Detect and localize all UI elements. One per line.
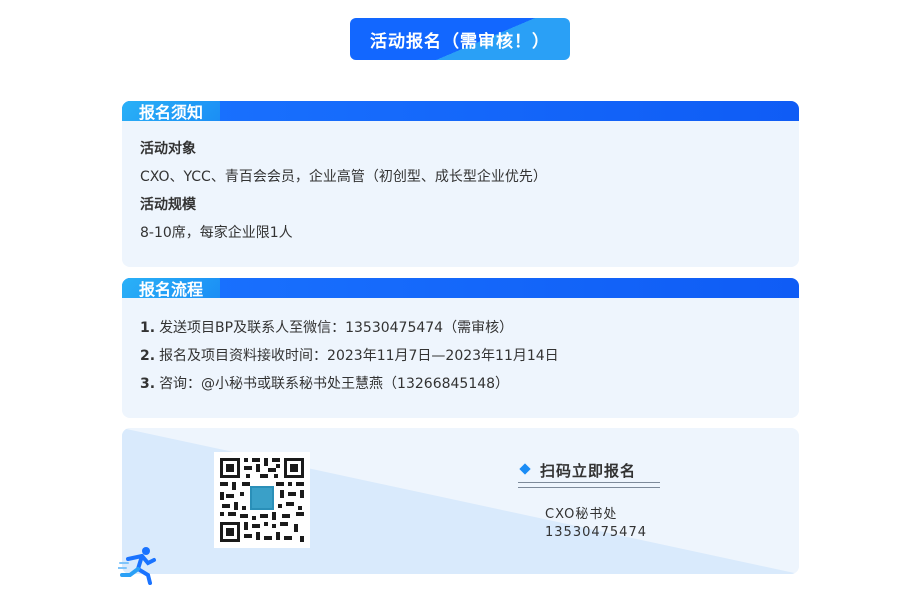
runner-icon <box>118 547 156 585</box>
event-signup-title-button[interactable]: 活动报名（需审核！） <box>350 18 570 60</box>
scale-text: 8-10席，每家企业限1人 <box>140 225 293 241</box>
step-number: 2. <box>140 348 156 364</box>
process-step: 3. 咨询：@小秘书或联系秘书处王慧燕（13266845148） <box>140 370 781 398</box>
process-step: 2. 报名及项目资料接收时间：2023年11月7日—2023年11月14日 <box>140 342 781 370</box>
scan-to-signup-label: 扫码立即报名 <box>540 462 637 480</box>
step-number: 1. <box>140 320 156 336</box>
label-underline <box>518 482 660 488</box>
target-label: 活动对象 <box>140 141 196 157</box>
target-text: CXO、YCC、青百会会员，企业高管（初创型、成长型企业优先） <box>140 169 547 185</box>
step-text: 发送项目BP及联系人至微信：13530475474（需审核） <box>159 320 514 336</box>
step-number: 3. <box>140 376 156 392</box>
section-body: 活动对象 CXO、YCC、青百会会员，企业高管（初创型、成长型企业优先） 活动规… <box>122 121 799 267</box>
contact-phone: 13530475474 <box>545 525 647 540</box>
qr-code[interactable] <box>214 452 310 548</box>
contact-name: CXO秘书处 <box>545 507 618 522</box>
qr-code-icon <box>214 452 310 548</box>
step-text: 咨询：@小秘书或联系秘书处王慧燕（13266845148） <box>159 376 510 392</box>
signup-notice-section: 报名须知 活动对象 CXO、YCC、青百会会员，企业高管（初创型、成长型企业优先… <box>122 101 799 267</box>
scale-label: 活动规模 <box>140 197 196 213</box>
step-text: 报名及项目资料接收时间：2023年11月7日—2023年11月14日 <box>159 348 559 364</box>
section-body: 1. 发送项目BP及联系人至微信：13530475474（需审核） 2. 报名及项目… <box>122 298 799 418</box>
process-step: 1. 发送项目BP及联系人至微信：13530475474（需审核） <box>140 314 781 342</box>
signup-process-section: 报名流程 1. 发送项目BP及联系人至微信：13530475474（需审核） 2.… <box>122 278 799 418</box>
